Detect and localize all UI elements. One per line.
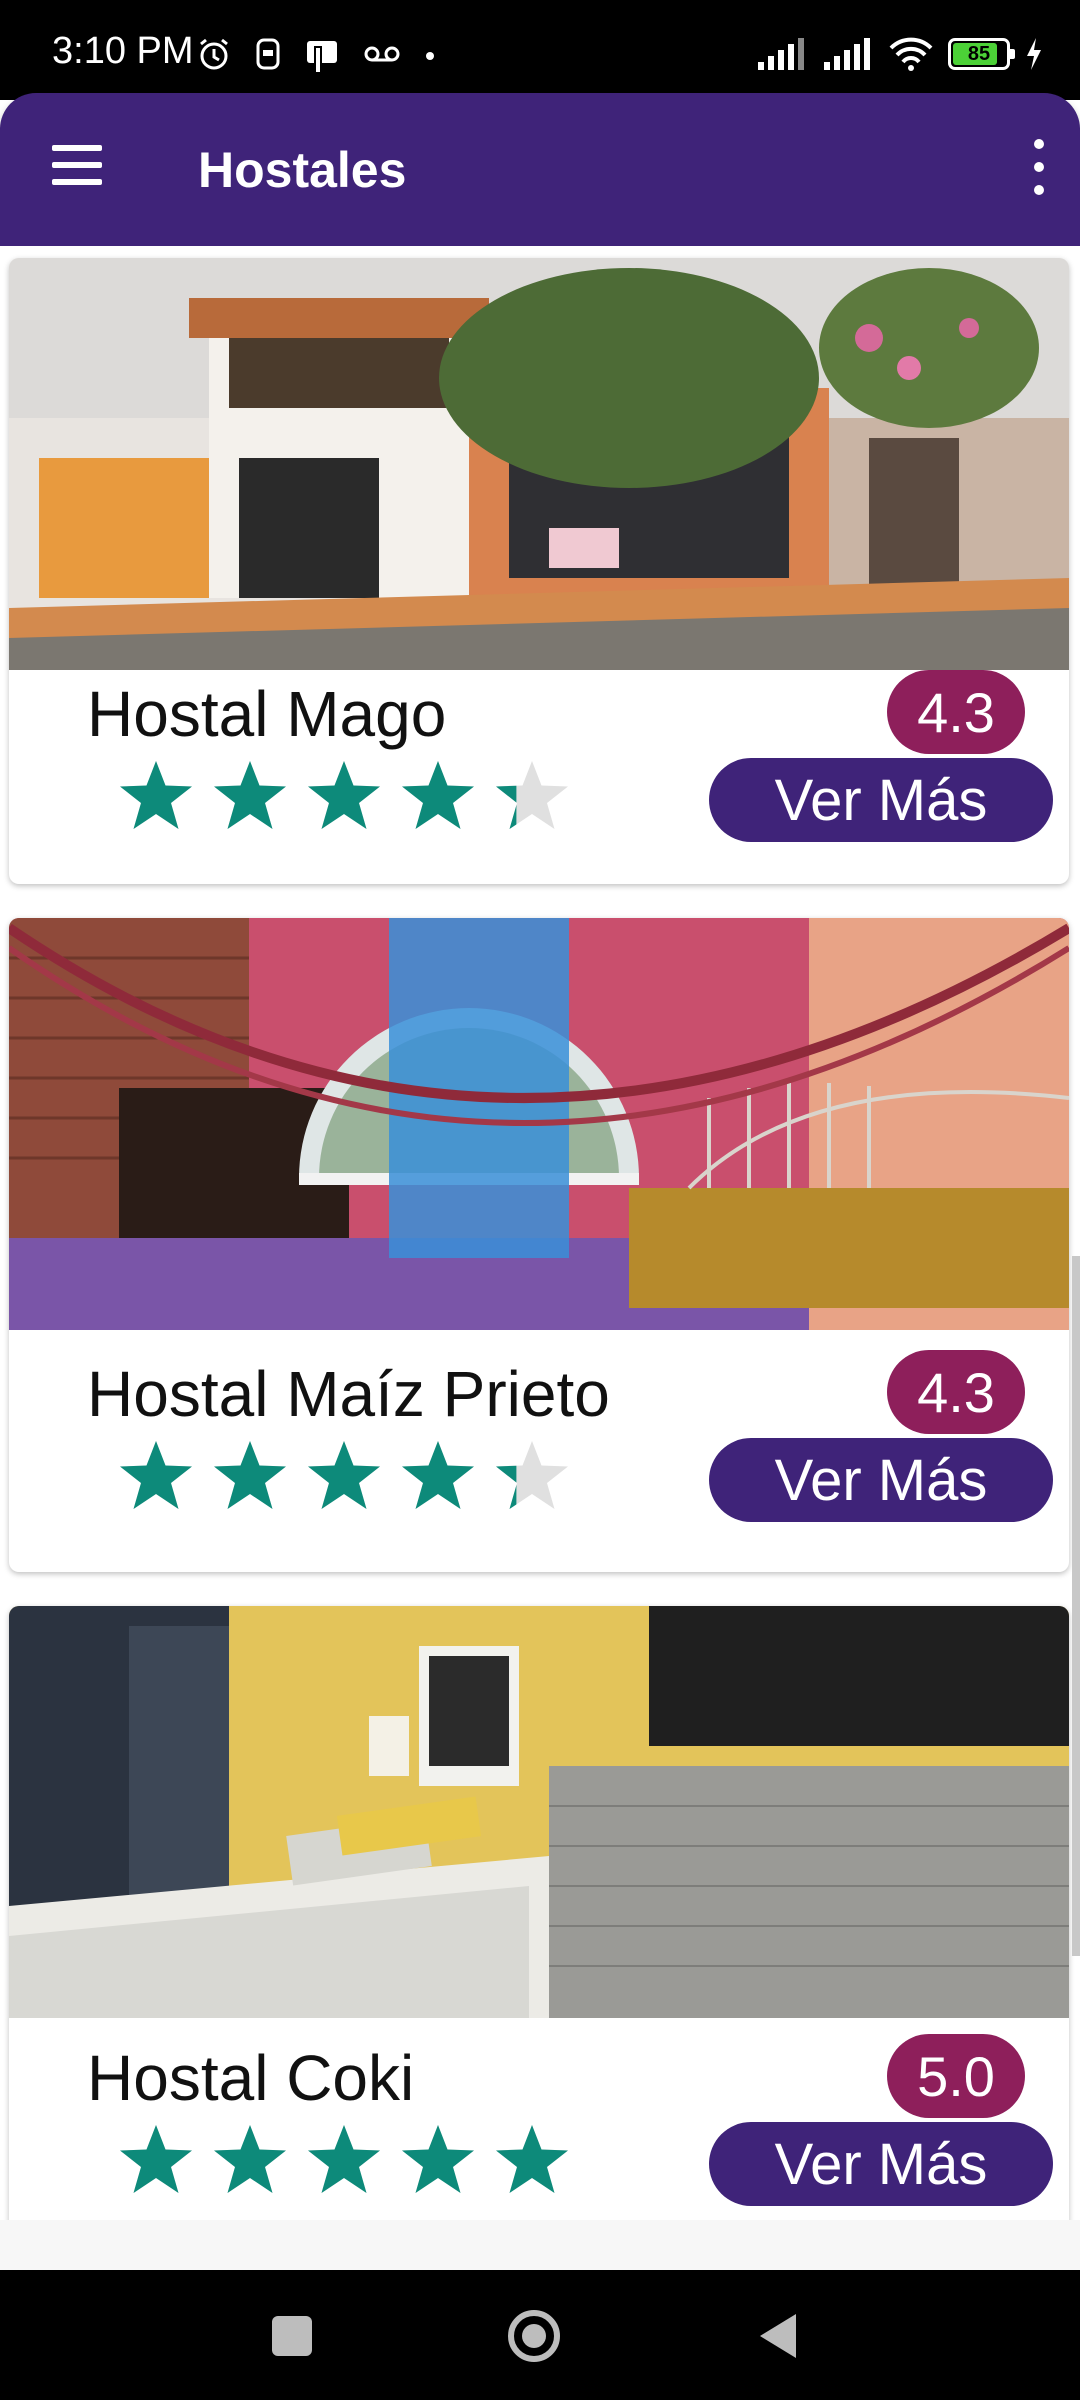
star-icon	[308, 1441, 380, 1509]
wifi-icon	[889, 37, 933, 71]
star-icon	[120, 1441, 192, 1509]
star-rating	[117, 758, 571, 836]
charging-icon	[1027, 38, 1041, 70]
star-icon	[308, 761, 380, 829]
voicemail-icon	[364, 46, 400, 62]
hostel-card[interactable]: Hostal Mago 4.3 Ver Más	[9, 258, 1069, 884]
star-icon	[402, 1441, 474, 1509]
rating-badge: 4.3	[887, 1350, 1025, 1434]
rating-badge: 4.3	[887, 670, 1025, 754]
star-icon	[120, 761, 192, 829]
battery-icon: 85	[948, 38, 1015, 70]
system-icons: 85	[756, 30, 1044, 78]
star-icon	[214, 2125, 286, 2193]
star-icon	[214, 1441, 286, 1509]
star-icon	[308, 2125, 380, 2193]
home-icon[interactable]	[508, 2310, 560, 2362]
sim-icon	[256, 38, 280, 70]
ver-mas-button[interactable]: Ver Más	[709, 758, 1053, 842]
hostel-image	[9, 1606, 1069, 2018]
hamburger-menu-icon[interactable]	[44, 135, 110, 195]
star-rating	[117, 2122, 571, 2200]
star-icon	[120, 2125, 192, 2193]
battery-label: 85	[967, 42, 991, 65]
star-icon	[402, 2125, 474, 2193]
back-icon[interactable]	[760, 2314, 796, 2358]
nfc-icon	[307, 41, 337, 72]
star-icon	[496, 1441, 568, 1509]
app-bar: Hostales	[0, 93, 1080, 246]
hostel-card[interactable]: Hostal Coki 5.0 Ver Más	[9, 1606, 1069, 2220]
signal-icon	[824, 38, 870, 70]
star-icon	[214, 761, 286, 829]
hostel-name: Hostal Maíz Prieto	[87, 1358, 610, 1430]
status-bar: 3:10 PM 85	[0, 0, 1080, 100]
star-icon	[402, 761, 474, 829]
hostel-image	[9, 918, 1069, 1330]
page-title: Hostales	[198, 142, 407, 198]
navigation-bar	[0, 2270, 1080, 2400]
star-icon	[496, 2125, 568, 2193]
star-icon	[496, 761, 568, 829]
hostel-name: Hostal Mago	[87, 678, 447, 750]
list-bottom-padding	[0, 2220, 1080, 2270]
signal-icon	[758, 38, 804, 70]
recent-apps-icon[interactable]	[272, 2316, 312, 2356]
dot-icon	[426, 52, 434, 60]
alarm-icon	[200, 38, 228, 70]
hostel-image	[9, 258, 1069, 670]
more-vert-icon[interactable]	[1018, 137, 1058, 197]
status-time: 3:10 PM	[52, 30, 194, 72]
hostel-list[interactable]: Hostal Mago 4.3 Ver Más Hostal Maíz Prie…	[0, 246, 1080, 2220]
ver-mas-button[interactable]: Ver Más	[709, 2122, 1053, 2206]
rating-badge: 5.0	[887, 2034, 1025, 2118]
ver-mas-button[interactable]: Ver Más	[709, 1438, 1053, 1522]
hostel-card[interactable]: Hostal Maíz Prieto 4.3 Ver Más	[9, 918, 1069, 1572]
star-rating	[117, 1438, 571, 1516]
scrollbar[interactable]	[1072, 1256, 1080, 1956]
notification-icons	[196, 36, 436, 72]
hostel-name: Hostal Coki	[87, 2042, 415, 2114]
